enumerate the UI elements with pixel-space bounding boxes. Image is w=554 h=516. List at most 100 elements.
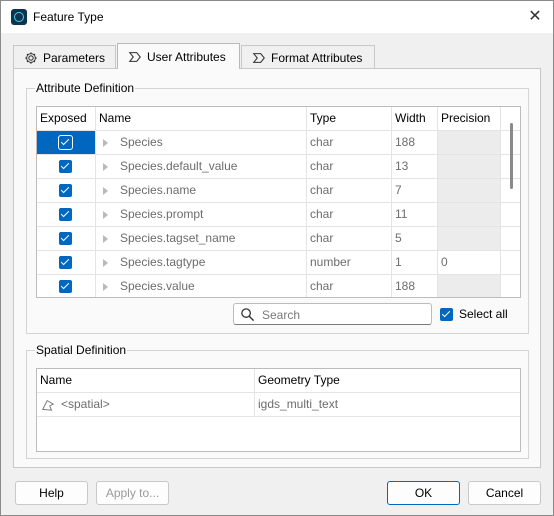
help-button[interactable]: Help (15, 481, 88, 505)
search-placeholder: Search (262, 308, 301, 322)
tab-parameters-label: Parameters (43, 50, 106, 65)
exposed-checkbox[interactable] (59, 160, 72, 173)
attribute-type-cell: char (307, 179, 392, 202)
geometry-type-cell: igds_multi_text (258, 397, 339, 411)
attribute-definition-group: Attribute Definition Exposed Name Type W… (26, 81, 529, 334)
column-header-name[interactable]: Name (96, 107, 307, 130)
column-header-precision[interactable]: Precision (438, 107, 501, 130)
expand-arrow-icon[interactable] (103, 138, 108, 147)
attribute-table: Exposed Name Type Width Precision Specie… (36, 106, 521, 298)
attribute-precision-cell (438, 227, 501, 250)
exposed-cell[interactable] (37, 131, 96, 154)
attribute-precision-cell (438, 179, 501, 202)
attribute-name-cell: Species.name (96, 179, 307, 202)
table-row[interactable]: Species.name char 7 (37, 179, 520, 203)
attribute-definition-title: Attribute Definition (35, 81, 136, 95)
attribute-type-cell: char (307, 131, 392, 154)
search-field[interactable]: Search (233, 303, 432, 325)
attribute-precision-cell (438, 131, 501, 154)
exposed-checkbox[interactable] (59, 208, 72, 221)
spatial-definition-title: Spatial Definition (35, 343, 128, 357)
attribute-name-cell: Species.tagset_name (96, 227, 307, 250)
attribute-precision-cell (438, 155, 501, 178)
attribute-name-text: Species.prompt (120, 207, 204, 221)
title-bar: Feature Type ✕ (1, 1, 553, 33)
attribute-width-cell: 13 (392, 155, 438, 178)
column-header-type[interactable]: Type (307, 107, 392, 130)
attribute-name-text: Species.default_value (120, 159, 238, 173)
attribute-type-cell: char (307, 275, 392, 297)
column-header-spatial-name[interactable]: Name (37, 369, 255, 392)
expand-arrow-icon[interactable] (103, 186, 108, 195)
attribute-type-cell: number (307, 251, 392, 274)
attribute-table-header: Exposed Name Type Width Precision (37, 107, 520, 131)
apply-to-button[interactable]: Apply to... (96, 481, 169, 505)
attribute-name-text: Species.value (120, 279, 195, 293)
select-all-toggle[interactable]: Select all (440, 307, 508, 321)
attribute-name-cell: Species.value (96, 275, 307, 297)
exposed-checkbox[interactable] (59, 280, 72, 293)
window-title: Feature Type (33, 10, 104, 24)
exposed-cell[interactable] (37, 275, 96, 297)
attribute-width-cell: 1 (392, 251, 438, 274)
attribute-type-cell: char (307, 203, 392, 226)
exposed-checkbox[interactable] (59, 256, 72, 269)
attribute-name-cell: Species.tagtype (96, 251, 307, 274)
tab-user-attributes[interactable]: User Attributes (117, 43, 240, 69)
attribute-name-cell: Species.prompt (96, 203, 307, 226)
exposed-checkbox[interactable] (59, 184, 72, 197)
geometry-icon (42, 399, 55, 411)
expand-arrow-icon[interactable] (103, 282, 108, 291)
exposed-cell[interactable] (37, 251, 96, 274)
cancel-button[interactable]: Cancel (468, 481, 541, 505)
spatial-table-header: Name Geometry Type (37, 369, 520, 393)
attribute-name-cell: Species.default_value (96, 155, 307, 178)
attribute-width-cell: 7 (392, 179, 438, 202)
attribute-width-cell: 5 (392, 227, 438, 250)
table-row[interactable]: Species.default_value char 13 (37, 155, 520, 179)
tab-format-attributes[interactable]: Format Attributes (241, 45, 375, 69)
table-row[interactable]: Species.tagset_name char 5 (37, 227, 520, 251)
exposed-cell[interactable] (37, 203, 96, 226)
table-row[interactable]: <spatial> igds_multi_text (37, 393, 520, 417)
expand-arrow-icon[interactable] (103, 234, 108, 243)
expand-arrow-icon[interactable] (103, 258, 108, 267)
select-all-checkbox[interactable] (440, 307, 453, 321)
attribute-precision-cell (438, 203, 501, 226)
expand-arrow-icon[interactable] (103, 210, 108, 219)
ok-button[interactable]: OK (387, 481, 460, 505)
attribute-width-cell: 188 (392, 131, 438, 154)
table-row[interactable]: Species.value char 188 (37, 275, 520, 297)
vertical-scrollbar[interactable] (510, 123, 513, 189)
attribute-type-cell: char (307, 227, 392, 250)
app-icon (11, 9, 27, 25)
exposed-checkbox[interactable] (58, 135, 73, 150)
expand-arrow-icon[interactable] (103, 162, 108, 171)
spatial-table: Name Geometry Type <spatial> igds_multi_… (36, 368, 521, 452)
attribute-name-cell: Species (96, 131, 307, 154)
exposed-cell[interactable] (37, 155, 96, 178)
close-button[interactable]: ✕ (524, 6, 546, 28)
exposed-cell[interactable] (37, 179, 96, 202)
column-header-geometry-type[interactable]: Geometry Type (255, 369, 520, 392)
attribute-width-cell: 11 (392, 203, 438, 226)
column-header-width[interactable]: Width (392, 107, 438, 130)
exposed-checkbox[interactable] (59, 232, 72, 245)
attribute-name-text: Species (120, 135, 163, 149)
spatial-name-text: <spatial> (61, 397, 110, 411)
table-row[interactable]: Species char 188 (37, 131, 520, 155)
gear-icon (25, 51, 37, 64)
tab-user-attributes-label: User Attributes (147, 49, 226, 64)
user-attributes-pane: Attribute Definition Exposed Name Type W… (13, 68, 541, 468)
table-row[interactable]: Species.tagtype number 1 0 (37, 251, 520, 275)
column-header-exposed[interactable]: Exposed (37, 107, 96, 130)
spatial-name-cell: <spatial> (37, 393, 255, 416)
table-row[interactable]: Species.prompt char 11 (37, 203, 520, 227)
spatial-definition-group: Spatial Definition Name Geometry Type <s… (26, 343, 529, 459)
tab-parameters[interactable]: Parameters (13, 45, 116, 69)
select-all-label: Select all (459, 307, 508, 321)
tab-format-attributes-label: Format Attributes (271, 50, 363, 65)
attribute-precision-cell: 0 (438, 251, 501, 274)
attribute-name-text: Species.name (120, 183, 197, 197)
exposed-cell[interactable] (37, 227, 96, 250)
